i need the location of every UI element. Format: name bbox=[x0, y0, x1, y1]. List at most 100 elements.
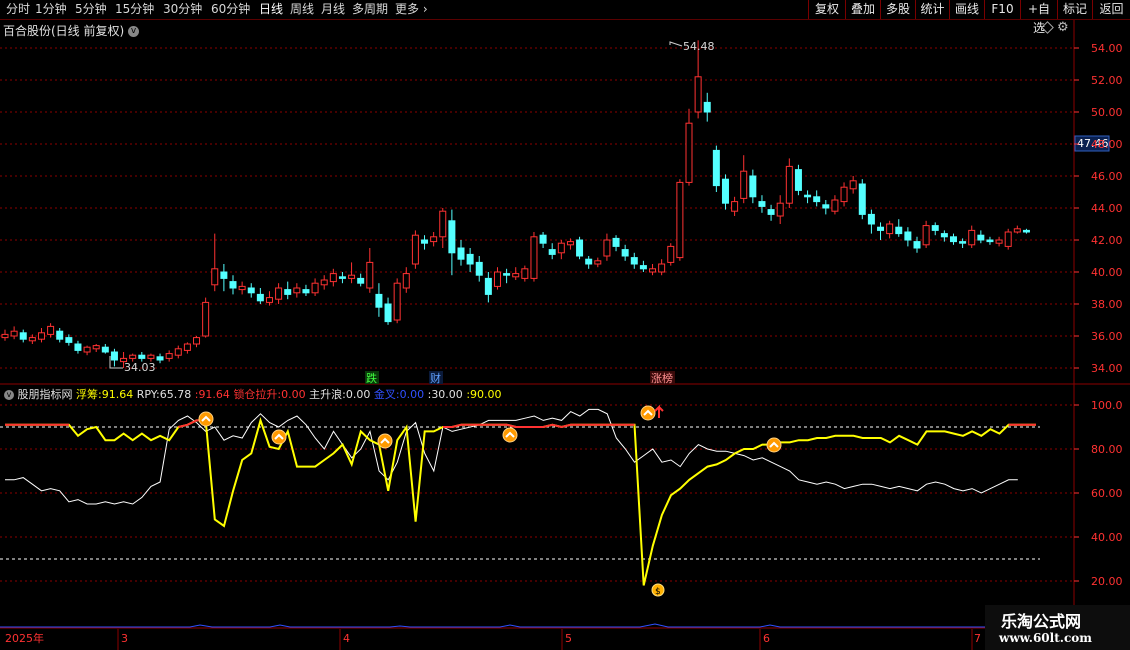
candle bbox=[986, 236, 994, 245]
candle bbox=[712, 145, 720, 192]
overlay-button[interactable]: 叠加 bbox=[845, 0, 880, 19]
period-tab-5min[interactable]: 5分钟 bbox=[75, 0, 107, 19]
candle bbox=[749, 169, 757, 204]
candle bbox=[503, 268, 511, 284]
candle bbox=[293, 283, 301, 298]
candle bbox=[731, 196, 739, 216]
period-tab-more[interactable]: 更多 › bbox=[395, 0, 428, 19]
candle bbox=[92, 344, 100, 352]
price-tick: 46.00 bbox=[1091, 170, 1123, 183]
list-event-marker[interactable]: 涨榜 bbox=[651, 371, 673, 385]
mark-button[interactable]: 标记 bbox=[1057, 0, 1092, 19]
candle bbox=[247, 283, 255, 298]
chart-canvas[interactable]: 47.46 54.48 34.03 跌 财 涨榜 $ 54.00 52.00 5… bbox=[0, 20, 1130, 650]
period-tab-60min[interactable]: 60分钟 bbox=[211, 0, 250, 19]
candle bbox=[183, 342, 191, 354]
period-tab-1min[interactable]: 1分钟 bbox=[35, 0, 67, 19]
rpy-line bbox=[5, 408, 1018, 505]
candle bbox=[19, 329, 27, 343]
back-button[interactable]: 返回 bbox=[1092, 0, 1130, 19]
up-arrow-icon bbox=[654, 404, 664, 418]
f10-button[interactable]: F10 bbox=[984, 0, 1020, 19]
candle bbox=[156, 353, 164, 364]
candle bbox=[949, 233, 957, 245]
watermark-title: 乐淘公式网 bbox=[1001, 612, 1082, 631]
fuchou-line bbox=[5, 417, 1036, 586]
price-tick: 36.00 bbox=[1091, 330, 1123, 343]
candle bbox=[1022, 228, 1030, 234]
candle bbox=[10, 326, 18, 340]
candle bbox=[566, 238, 574, 250]
candle bbox=[758, 195, 766, 213]
buy-signal-icon[interactable] bbox=[198, 411, 214, 427]
candle bbox=[256, 288, 264, 304]
statistics-button[interactable]: 统计 bbox=[915, 0, 949, 19]
candle bbox=[311, 278, 319, 296]
indicator-tick: 80.00 bbox=[1091, 443, 1123, 456]
candle bbox=[165, 350, 173, 362]
candle bbox=[977, 230, 985, 244]
fuquan-button[interactable]: 复权 bbox=[808, 0, 845, 19]
time-label-month: 3 bbox=[121, 632, 128, 645]
buy-signal-icon[interactable] bbox=[377, 433, 393, 449]
candle bbox=[329, 268, 337, 287]
price-axis: 54.00 52.00 50.00 48.00 46.00 44.00 42.0… bbox=[1074, 42, 1123, 375]
period-tab-15min[interactable]: 15分钟 bbox=[115, 0, 154, 19]
watermark-url: www.60lt.com bbox=[999, 631, 1092, 645]
candle bbox=[794, 164, 802, 196]
price-grid bbox=[0, 47, 1074, 369]
candle bbox=[858, 179, 866, 220]
price-tick: 52.00 bbox=[1091, 74, 1123, 87]
candle bbox=[931, 222, 939, 236]
price-tick: 54.00 bbox=[1091, 42, 1123, 55]
period-tab-daily[interactable]: 日线 bbox=[259, 0, 283, 19]
period-tab-30min[interactable]: 30分钟 bbox=[163, 0, 202, 19]
candle bbox=[475, 256, 483, 282]
period-tab-weekly[interactable]: 周线 bbox=[290, 0, 314, 19]
candle bbox=[922, 220, 930, 248]
period-tab-monthly[interactable]: 月线 bbox=[321, 0, 345, 19]
chevron-right-icon: › bbox=[419, 2, 428, 16]
buy-signal-icon[interactable] bbox=[271, 429, 287, 445]
candle bbox=[968, 225, 976, 248]
candle bbox=[594, 257, 602, 268]
candle bbox=[357, 273, 365, 287]
add-watchlist-button[interactable]: +自选 bbox=[1020, 0, 1057, 35]
candle bbox=[804, 190, 812, 204]
time-label-month: 4 bbox=[343, 632, 350, 645]
money-bag-icon[interactable]: $ bbox=[651, 583, 665, 597]
fall-event-marker[interactable]: 跌 bbox=[366, 371, 377, 385]
candle bbox=[302, 284, 310, 296]
candle bbox=[56, 328, 64, 343]
candle bbox=[785, 158, 793, 208]
period-toolbar: 分时 1分钟 5分钟 15分钟 30分钟 60分钟 日线 周线 月线 多周期 更… bbox=[0, 0, 1130, 35]
high-annotation: 54.48 bbox=[683, 40, 715, 53]
candle bbox=[548, 243, 556, 260]
candle bbox=[703, 92, 711, 122]
candle bbox=[612, 235, 620, 252]
candle bbox=[284, 281, 292, 300]
period-tab-fenshi[interactable]: 分时 bbox=[6, 0, 30, 19]
period-tab-multi[interactable]: 多周期 bbox=[352, 0, 388, 19]
candle bbox=[101, 344, 109, 354]
candle bbox=[466, 248, 474, 272]
multi-stock-button[interactable]: 多股 bbox=[880, 0, 915, 19]
draw-line-button[interactable]: 画线 bbox=[949, 0, 984, 19]
candle bbox=[193, 336, 201, 348]
candle bbox=[47, 323, 55, 338]
candle bbox=[393, 278, 401, 324]
indicator-tick: 60.00 bbox=[1091, 487, 1123, 500]
candle bbox=[676, 179, 684, 261]
candle bbox=[776, 195, 784, 224]
candle bbox=[995, 236, 1003, 247]
candle bbox=[539, 232, 547, 248]
candle bbox=[521, 265, 529, 282]
candle bbox=[740, 155, 748, 204]
finance-event-marker[interactable]: 财 bbox=[430, 371, 441, 385]
candle bbox=[366, 248, 374, 293]
time-label-year: 2025年 bbox=[5, 631, 44, 645]
buy-signal-icon[interactable] bbox=[502, 427, 518, 443]
buy-signal-icon[interactable] bbox=[640, 405, 656, 421]
candle bbox=[421, 235, 429, 250]
buy-signal-icon[interactable] bbox=[766, 437, 782, 453]
